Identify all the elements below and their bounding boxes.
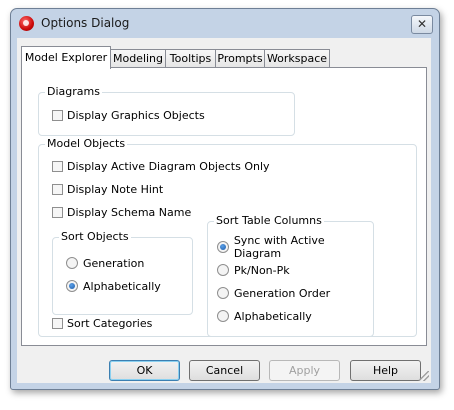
checkbox-box[interactable] xyxy=(52,109,63,121)
window-title: Options Dialog xyxy=(41,16,130,30)
checkbox-label: Display Schema Name xyxy=(67,205,192,219)
radio-circle[interactable] xyxy=(217,287,229,299)
radio-label: Pk/Non-Pk xyxy=(234,263,290,277)
model-objects-legend: Model Objects xyxy=(45,137,128,151)
help-button[interactable]: Help xyxy=(350,360,421,381)
radio-label: Alphabetically xyxy=(83,279,161,293)
sort-columns-alphabetically-radio[interactable]: Alphabetically xyxy=(217,308,312,324)
radio-circle[interactable] xyxy=(217,264,229,276)
display-note-hint-checkbox[interactable]: Display Note Hint xyxy=(52,181,163,197)
close-button[interactable]: ✕ xyxy=(411,15,433,34)
radio-circle[interactable] xyxy=(66,257,78,269)
diagrams-group: Diagrams Display Graphics Objects xyxy=(38,85,295,136)
radio-circle[interactable] xyxy=(217,310,229,322)
diagrams-legend: Diagrams xyxy=(45,85,102,99)
close-icon: ✕ xyxy=(416,17,428,31)
radio-circle[interactable] xyxy=(66,280,78,292)
model-objects-group: Model Objects Display Active Diagram Obj… xyxy=(38,137,417,337)
radio-circle[interactable] xyxy=(217,241,229,253)
cancel-button[interactable]: Cancel xyxy=(189,360,260,381)
checkbox-box[interactable] xyxy=(52,183,63,195)
sort-objects-generation-radio[interactable]: Generation xyxy=(66,255,144,271)
pk-non-pk-radio[interactable]: Pk/Non-Pk xyxy=(217,262,290,278)
generation-order-radio[interactable]: Generation Order xyxy=(217,285,330,301)
sort-table-columns-legend: Sort Table Columns xyxy=(214,214,324,228)
checkbox-box[interactable] xyxy=(52,317,63,329)
dialog-client-area: Model Explorer Modeling Tooltips Prompts… xyxy=(17,38,431,383)
radio-label: Sync with Active Diagram xyxy=(233,234,325,260)
display-active-diagram-objects-checkbox[interactable]: Display Active Diagram Objects Only xyxy=(52,158,270,174)
tab-modeling[interactable]: Modeling xyxy=(110,49,166,68)
tab-workspace[interactable]: Workspace xyxy=(264,49,330,68)
sort-objects-legend: Sort Objects xyxy=(59,230,131,244)
sort-table-columns-group: Sort Table Columns Sync with Active Diag… xyxy=(207,214,374,337)
checkbox-label: Display Active Diagram Objects Only xyxy=(67,159,270,173)
radio-label: Generation xyxy=(83,256,145,270)
checkbox-label: Display Note Hint xyxy=(67,182,164,196)
sync-with-active-diagram-radio[interactable]: Sync with Active Diagram xyxy=(217,234,373,260)
display-graphics-objects-checkbox[interactable]: Display Graphics Objects xyxy=(52,107,205,123)
ok-button[interactable]: OK xyxy=(109,360,180,381)
tab-prompts[interactable]: Prompts xyxy=(215,49,265,68)
sort-objects-group: Sort Objects Generation Alphabetically xyxy=(52,230,193,315)
radio-label: Generation Order xyxy=(234,286,331,300)
display-schema-name-checkbox[interactable]: Display Schema Name xyxy=(52,204,191,220)
resize-grip-icon[interactable] xyxy=(419,371,429,381)
model-explorer-panel: Diagrams Display Graphics Objects Model … xyxy=(21,67,427,346)
options-dialog-window: Options Dialog ✕ Model Explorer Modeling… xyxy=(10,8,440,390)
checkbox-label: Display Graphics Objects xyxy=(67,108,205,122)
title-bar[interactable]: Options Dialog ✕ xyxy=(11,9,439,37)
apply-button[interactable]: Apply xyxy=(269,360,340,381)
sort-objects-alphabetically-radio[interactable]: Alphabetically xyxy=(66,278,161,294)
checkbox-box[interactable] xyxy=(52,160,63,172)
checkbox-label: Sort Categories xyxy=(67,316,153,330)
tab-model-explorer[interactable]: Model Explorer xyxy=(21,46,111,69)
tab-tooltips[interactable]: Tooltips xyxy=(165,49,216,68)
checkbox-box[interactable] xyxy=(52,206,63,218)
radio-label: Alphabetically xyxy=(234,309,312,323)
sort-categories-checkbox[interactable]: Sort Categories xyxy=(52,315,152,331)
app-logo-icon xyxy=(19,16,34,31)
